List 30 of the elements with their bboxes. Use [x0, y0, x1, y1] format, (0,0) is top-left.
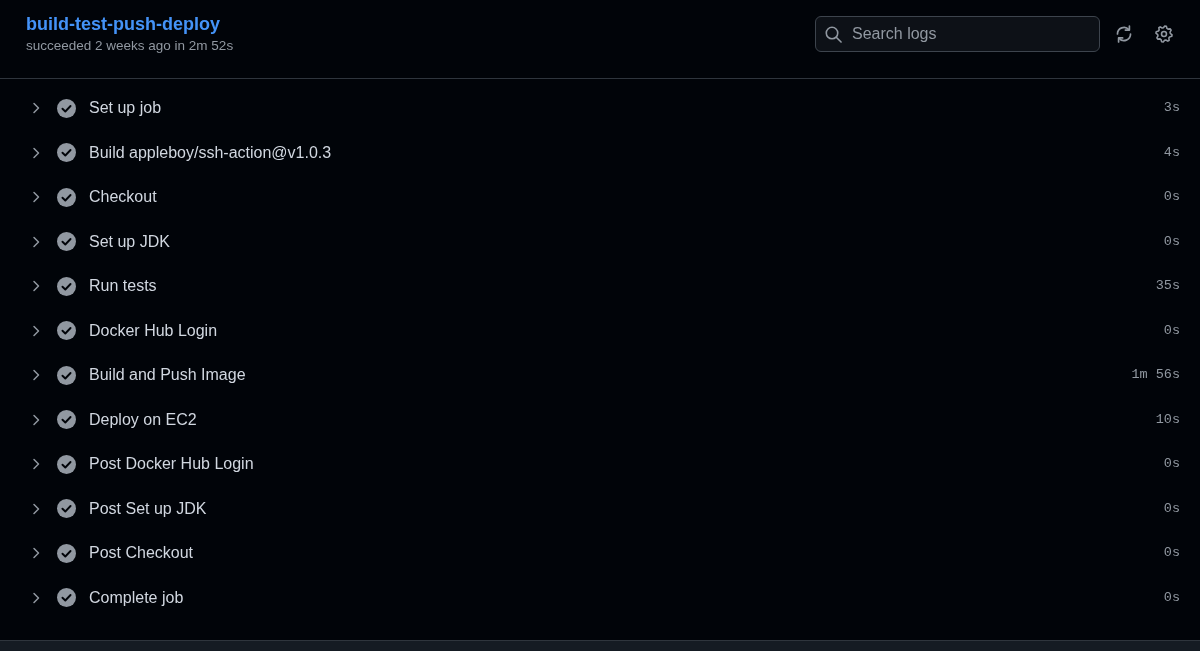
step-name[interactable]: Post Checkout: [89, 541, 194, 566]
step-duration: 1m 56s: [1131, 366, 1180, 385]
search-field[interactable]: Search logs: [815, 16, 1100, 52]
step-name[interactable]: Complete job: [89, 585, 184, 610]
step-name[interactable]: Build appleboy/ssh-action@v1.0.3: [89, 140, 332, 165]
search-icon: [825, 26, 842, 43]
step-duration: 0s: [1163, 544, 1180, 563]
step-duration: 3s: [1163, 99, 1180, 118]
step-duration: 0s: [1163, 232, 1180, 251]
step-name[interactable]: Build and Push Image: [89, 363, 246, 388]
step-duration: 0s: [1163, 499, 1180, 518]
step-name[interactable]: Run tests: [89, 274, 157, 299]
step-duration: 0s: [1163, 455, 1180, 474]
step-name[interactable]: Set up job: [89, 96, 162, 121]
step-duration: 0s: [1163, 321, 1180, 340]
settings-icon: [1155, 25, 1173, 43]
job-title: build-test-push-deploy: [26, 13, 220, 36]
step-name[interactable]: Post Set up JDK: [89, 496, 207, 521]
step-name[interactable]: Set up JDK: [89, 229, 170, 254]
step-name[interactable]: Checkout: [89, 185, 157, 210]
refresh-icon: [1115, 25, 1133, 43]
step-duration: 10s: [1155, 410, 1180, 429]
step-name[interactable]: Deploy on EC2: [89, 407, 197, 432]
step-name[interactable]: Post Docker Hub Login: [89, 452, 254, 477]
step-duration: 0s: [1163, 188, 1180, 207]
job-summary: succeeded 2 weeks ago in 2m 52s: [26, 37, 234, 55]
step-name[interactable]: Docker Hub Login: [89, 318, 218, 343]
step-duration: 0s: [1163, 588, 1180, 607]
step-duration: 35s: [1155, 277, 1180, 296]
step-duration: 4s: [1163, 143, 1180, 162]
